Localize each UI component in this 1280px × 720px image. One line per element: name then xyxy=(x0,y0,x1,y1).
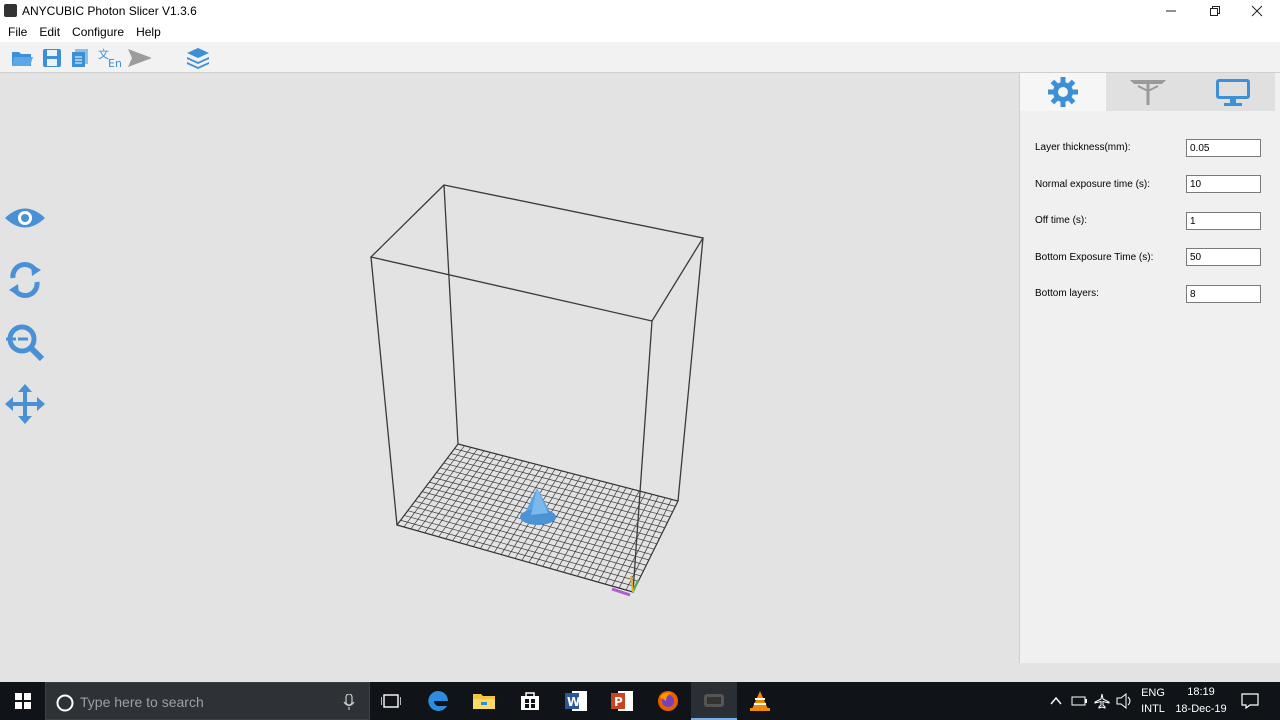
zoom-icon[interactable] xyxy=(2,319,48,365)
language-icon[interactable]: 文 En xyxy=(97,46,121,70)
close-button[interactable] xyxy=(1234,0,1280,22)
menu-edit[interactable]: Edit xyxy=(35,22,68,42)
toolbar: 文 En xyxy=(0,42,1280,73)
restore-button[interactable] xyxy=(1192,0,1238,22)
svg-text:P: P xyxy=(614,695,623,709)
copy-icon[interactable] xyxy=(68,46,92,70)
bottom-layers-input[interactable] xyxy=(1186,285,1261,303)
microphone-icon[interactable] xyxy=(343,694,355,711)
layers-icon[interactable] xyxy=(185,46,209,70)
search-icon xyxy=(56,694,74,712)
chevron-up-icon[interactable] xyxy=(1050,694,1062,712)
clock-date[interactable]: 18-Dec-19 xyxy=(1170,703,1232,715)
edge-browser-icon[interactable] xyxy=(415,682,461,720)
language-bottom[interactable]: INTL xyxy=(1138,703,1168,715)
3d-viewport[interactable] xyxy=(0,73,1019,663)
app-logo-icon xyxy=(4,4,17,17)
search-placeholder: Type here to search xyxy=(80,694,204,710)
menu-configure[interactable]: Configure xyxy=(68,22,132,42)
status-strip xyxy=(0,663,1280,682)
airplane-mode-icon[interactable] xyxy=(1094,693,1110,714)
svg-text:W: W xyxy=(567,695,580,709)
volume-icon[interactable] xyxy=(1116,692,1134,714)
gear-icon[interactable] xyxy=(1020,73,1106,111)
off-time-input[interactable] xyxy=(1186,212,1261,230)
slice-send-icon[interactable] xyxy=(127,46,151,70)
notifications-icon[interactable] xyxy=(1241,693,1259,714)
build-volume-scene[interactable] xyxy=(0,73,1019,663)
normal-exposure-input[interactable] xyxy=(1186,175,1261,193)
normal-exposure-label: Normal exposure time (s): xyxy=(1035,179,1151,190)
menu-bar: File Edit Configure Help xyxy=(0,22,1280,42)
eye-icon[interactable] xyxy=(2,195,48,241)
panel-tabs xyxy=(1020,73,1280,111)
windows-start-icon[interactable] xyxy=(0,682,45,720)
layer-thickness-input[interactable] xyxy=(1186,139,1261,157)
powerpoint-icon[interactable]: P xyxy=(599,682,645,720)
taskbar: Type here to search W P ENG INTL 18:19 1… xyxy=(0,682,1280,720)
word-icon[interactable]: W xyxy=(553,682,599,720)
off-time-label: Off time (s): xyxy=(1035,215,1088,226)
svg-text:En: En xyxy=(108,57,121,70)
bottom-exposure-input[interactable] xyxy=(1186,248,1261,266)
bottom-layers-label: Bottom layers: xyxy=(1035,288,1099,299)
model-object[interactable] xyxy=(520,488,556,525)
language-top[interactable]: ENG xyxy=(1138,687,1168,699)
bottom-exposure-label: Bottom Exposure Time (s): xyxy=(1035,252,1154,263)
task-view-icon[interactable] xyxy=(368,682,414,720)
open-folder-icon[interactable] xyxy=(10,46,34,70)
support-icon[interactable] xyxy=(1106,73,1190,111)
menu-help[interactable]: Help xyxy=(132,22,169,42)
firefox-icon[interactable] xyxy=(645,682,691,720)
minimize-button[interactable] xyxy=(1148,0,1194,22)
layer-thickness-label: Layer thickness(mm): xyxy=(1035,142,1131,153)
clock-time[interactable]: 18:19 xyxy=(1170,686,1232,698)
battery-icon[interactable] xyxy=(1071,694,1089,713)
window-title: ANYCUBIC Photon Slicer V1.3.6 xyxy=(22,4,197,18)
move-icon[interactable] xyxy=(2,381,48,427)
taskbar-search-box[interactable]: Type here to search xyxy=(45,682,370,720)
vlc-icon[interactable] xyxy=(737,682,783,720)
photon-slicer-taskbar-icon[interactable] xyxy=(691,682,737,720)
file-explorer-icon[interactable] xyxy=(461,682,507,720)
title-bar: ANYCUBIC Photon Slicer V1.3.6 xyxy=(0,0,1280,22)
store-icon[interactable] xyxy=(507,682,553,720)
monitor-icon[interactable] xyxy=(1190,73,1275,111)
settings-panel: Layer thickness(mm): Normal exposure tim… xyxy=(1019,73,1280,663)
menu-file[interactable]: File xyxy=(4,22,35,42)
rotate-icon[interactable] xyxy=(2,257,48,303)
save-icon[interactable] xyxy=(40,46,64,70)
